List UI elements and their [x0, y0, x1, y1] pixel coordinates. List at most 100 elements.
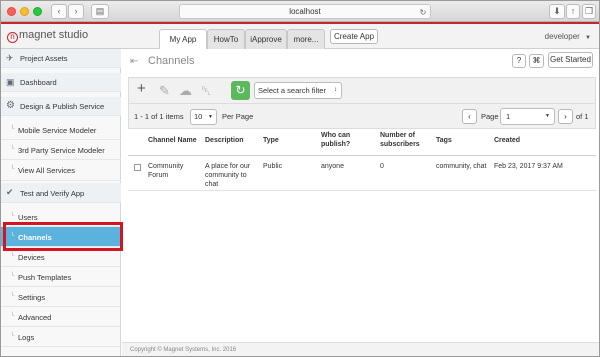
cell-tags: community, chat	[436, 163, 487, 170]
tab-more[interactable]: more...	[287, 29, 325, 49]
create-app-label: Create App	[333, 32, 375, 41]
user-menu[interactable]: developer ▼	[545, 32, 591, 41]
gear-icon: ⚙	[6, 100, 15, 111]
trash-icon[interactable]: ␡	[201, 83, 211, 99]
row-checkbox[interactable]	[134, 164, 141, 171]
column-header-channel-name[interactable]: Channel Name	[148, 136, 200, 145]
refresh-button[interactable]: ↻	[231, 81, 250, 100]
tab-howto[interactable]: HowTo	[207, 29, 245, 49]
next-page-button[interactable]: ›	[558, 109, 573, 124]
sidebar-item-project-assets[interactable]: ✈ Project Assets	[1, 49, 121, 68]
sidebar-item-test-verify-app[interactable]: ✔ Test and Verify App	[1, 183, 121, 203]
table-row[interactable]: Community Forum A place for our communit…	[128, 157, 596, 191]
page-value: 1	[506, 112, 511, 121]
comment-icon[interactable]: ☁	[179, 83, 192, 99]
sidebar-item-dashboard[interactable]: ▣ Dashboard	[1, 73, 121, 92]
browser-toolbar: ‹ › ▤ localhost ↻ ⬇ ↑ ❐	[1, 1, 599, 22]
bullet-icon: └	[10, 146, 15, 152]
sidebar-item-advanced[interactable]: └ Advanced	[1, 307, 121, 327]
sidebar-toggle-icon[interactable]: ▤	[91, 4, 109, 19]
help-label: ?	[516, 56, 522, 65]
back-button[interactable]: ‹	[51, 4, 67, 19]
collapse-sidebar-icon[interactable]: ⇤	[130, 56, 138, 67]
reload-icon[interactable]: ↻	[418, 6, 428, 17]
documentation-icon[interactable]: ⌘	[529, 54, 544, 68]
column-header-type[interactable]: Type	[263, 136, 308, 145]
bullet-icon: └	[10, 293, 15, 299]
sidebar-item-3rd-party-service-modeler[interactable]: └ 3rd Party Service Modeler	[1, 140, 121, 160]
sidebar-item-label: Devices	[18, 253, 45, 262]
page-input[interactable]: 1 ▼	[500, 108, 555, 125]
main-content: ⇤ Channels ? ⌘ Get Started + ✎ ☁ ␡ ↻ Sel…	[122, 49, 599, 356]
column-header-created[interactable]: Created	[494, 136, 554, 145]
column-header-description[interactable]: Description	[205, 136, 260, 145]
maximize-window-icon[interactable]	[33, 7, 42, 16]
per-page-select[interactable]: 10 ▼	[190, 109, 217, 125]
prev-page-button[interactable]: ‹	[462, 109, 477, 124]
close-window-icon[interactable]	[7, 7, 16, 16]
sidebar-item-label: Dashboard	[20, 78, 57, 87]
bullet-icon: └	[10, 333, 15, 339]
help-button[interactable]: ?	[512, 54, 526, 68]
page-title: Channels	[148, 55, 195, 67]
bullet-icon: └	[10, 213, 15, 219]
sidebar-item-settings[interactable]: └ Settings	[1, 287, 121, 307]
search-filter-text: Select a search filter	[258, 86, 326, 95]
tab-label: iApprove	[250, 35, 282, 44]
add-icon[interactable]: +	[137, 80, 146, 97]
per-page-value: 10	[194, 112, 203, 121]
check-circle-icon: ✔	[6, 187, 14, 197]
sidebar-item-label: Mobile Service Modeler	[18, 126, 97, 135]
page-label: Page	[481, 112, 499, 121]
magnet-studio-logo[interactable]: n magnet studio	[7, 29, 88, 43]
sidebar-item-push-templates[interactable]: └ Push Templates	[1, 267, 121, 287]
pagination-bar: 1 - 1 of 1 items 10 ▼ Per Page ‹ Page 1 …	[128, 103, 596, 129]
cell-subscribers: 0	[380, 163, 384, 170]
caret-down-icon: ▼	[208, 114, 213, 120]
sidebar-item-label: Advanced	[18, 313, 52, 322]
tab-iapprove[interactable]: iApprove	[245, 29, 287, 49]
sidebar-item-label: Logs	[18, 333, 35, 342]
get-started-button[interactable]: Get Started	[548, 52, 593, 68]
user-name: developer	[544, 32, 580, 41]
address-bar[interactable]: localhost	[179, 4, 431, 19]
browser-window: ‹ › ▤ localhost ↻ ⬇ ↑ ❐ n magnet studio M…	[0, 0, 600, 357]
sidebar-item-logs[interactable]: └ Logs	[1, 327, 121, 347]
magnet-logo-icon: n	[7, 32, 18, 43]
edit-icon[interactable]: ✎	[159, 83, 170, 99]
tab-label: more...	[293, 35, 319, 44]
column-header-subscribers[interactable]: Number of subscribers	[380, 131, 430, 149]
sidebar-item-mobile-service-modeler[interactable]: └ Mobile Service Modeler	[1, 120, 121, 140]
dashboard-icon: ▣	[6, 77, 15, 87]
bullet-icon: └	[10, 253, 15, 259]
column-header-who-can-publish[interactable]: Who can publish?	[321, 131, 366, 149]
search-filter-select[interactable]: Select a search filter ↕	[254, 82, 342, 99]
share-icon[interactable]: ↑	[566, 4, 580, 19]
cell-created: Feb 23, 2017 9:37 AM	[494, 163, 563, 170]
bullet-icon: └	[10, 126, 15, 132]
sidebar-item-label: Push Templates	[18, 273, 72, 282]
forward-button[interactable]: ›	[68, 4, 84, 19]
create-app-button[interactable]: Create App	[330, 29, 378, 44]
sidebar: ✈ Project Assets ▣ Dashboard ⚙ Design & …	[1, 49, 121, 356]
footer-copyright: Copyright © Magnet Systems, Inc. 2016	[122, 342, 599, 356]
item-range-text: 1 - 1 of 1 items	[134, 112, 184, 121]
highlight-box	[3, 222, 123, 251]
sidebar-item-design-publish[interactable]: ⚙ Design & Publish Service	[1, 97, 121, 116]
page-total-text: of 1	[576, 112, 589, 121]
sidebar-item-label: 3rd Party Service Modeler	[18, 146, 105, 155]
minimize-window-icon[interactable]	[20, 7, 29, 16]
tabs-overview-icon[interactable]: ❐	[582, 4, 596, 19]
channel-toolbar: + ✎ ☁ ␡ ↻ Select a search filter ↕	[128, 77, 596, 103]
sidebar-item-view-all-services[interactable]: └ View All Services	[1, 160, 121, 181]
tab-my-app[interactable]: My App	[159, 29, 207, 50]
rocket-icon: ✈	[6, 53, 14, 63]
address-bar-text: localhost	[289, 7, 321, 16]
app-header: n magnet studio My App HowTo iApprove mor…	[1, 24, 599, 50]
select-arrows-icon: ↕	[334, 87, 337, 93]
get-started-label: Get Started	[550, 55, 591, 64]
tab-label: My App	[169, 35, 197, 44]
cell-who-can-publish: anyone	[321, 163, 344, 170]
download-icon[interactable]: ⬇	[549, 4, 565, 19]
column-header-tags[interactable]: Tags	[436, 136, 476, 145]
